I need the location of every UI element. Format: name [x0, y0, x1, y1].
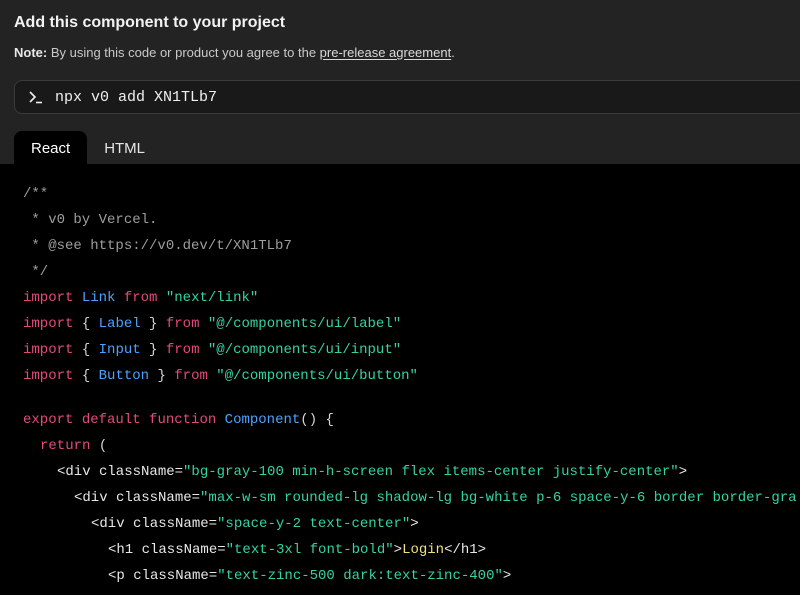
code-line: import { Button } from "@/components/ui/…	[23, 368, 418, 384]
code-line: * v0 by Vercel.	[23, 212, 158, 228]
code-line: * @see https://v0.dev/t/XN1TLb7	[23, 238, 292, 254]
install-command-box[interactable]: npx v0 add XN1TLb7	[14, 80, 800, 114]
code-line: <p className="text-zinc-500 dark:text-zi…	[108, 568, 512, 584]
tab-react[interactable]: React	[14, 131, 88, 165]
note-end: .	[451, 45, 455, 60]
terminal-prompt-icon	[29, 90, 43, 104]
pre-release-agreement-link[interactable]: pre-release agreement	[320, 45, 452, 60]
code-tabs: React HTML	[14, 131, 162, 165]
code-line: <h1 className="text-3xl font-bold">Login…	[108, 542, 487, 558]
agreement-note: Note: By using this code or product you …	[14, 45, 455, 60]
code-line: return (	[40, 438, 108, 454]
code-line: import Link from "next/link"	[23, 290, 259, 306]
code-block: /** * v0 by Vercel. * @see https://v0.de…	[0, 164, 800, 595]
dialog-title: Add this component to your project	[14, 14, 286, 31]
code-line: <div className="space-y-2 text-center">	[91, 516, 419, 532]
code-line: import { Label } from "@/components/ui/l…	[23, 316, 402, 332]
note-text: By using this code or product you agree …	[47, 45, 320, 60]
note-label: Note:	[14, 45, 48, 60]
code-line: import { Input } from "@/components/ui/i…	[23, 342, 402, 358]
code-line: */	[23, 264, 49, 280]
tab-html[interactable]: HTML	[87, 131, 162, 165]
install-command-text: npx v0 add XN1TLb7	[55, 88, 218, 106]
code-line: /**	[23, 186, 49, 202]
code-line: <div className="bg-gray-100 min-h-screen…	[57, 464, 688, 480]
code-line: <div className="max-w-sm rounded-lg shad…	[74, 490, 797, 506]
code-line: export default function Component() {	[23, 412, 334, 428]
